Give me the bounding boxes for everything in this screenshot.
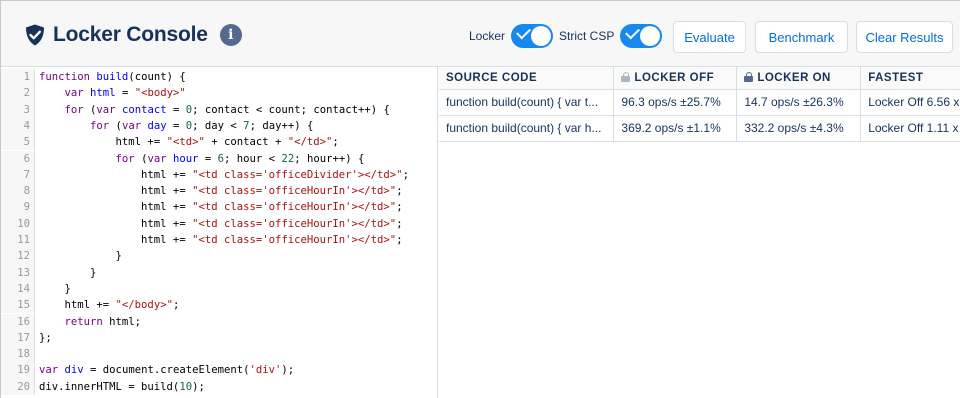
code-line[interactable]: 8 html += "<td class='officeHourIn'></td… xyxy=(1,183,437,200)
code-text: function build(count) { xyxy=(39,71,186,83)
code-text: html += "</body>"; xyxy=(39,299,180,312)
line-number: 19 xyxy=(1,362,35,379)
locker-toggle[interactable] xyxy=(511,24,554,48)
line-number: 16 xyxy=(1,313,35,330)
code-line[interactable]: 2 var html = "<body>" xyxy=(1,85,437,102)
code-text: div.innerHTML = build(10); xyxy=(39,380,205,393)
locker-toggle-label: Locker xyxy=(469,29,506,43)
code-text: html += "<td class='officeHourIn'></td>"… xyxy=(39,234,403,246)
line-number: 3 xyxy=(1,101,35,118)
toggle-knob xyxy=(640,26,661,46)
code-line[interactable]: 19 var div = document.createElement('div'… xyxy=(1,362,437,379)
cell-locker-on: 14.7 ops/s ±26.3% xyxy=(736,89,862,116)
line-number: 1 xyxy=(1,69,35,86)
code-text: html += "<td>" + contact + "</td>"; xyxy=(39,136,339,149)
benchmark-button[interactable]: Benchmark xyxy=(755,21,848,53)
line-number: 2 xyxy=(1,85,35,102)
check-icon xyxy=(516,24,531,40)
code-text: for (var hour = 6; hour < 22; hour++) { xyxy=(115,152,365,165)
line-number: 18 xyxy=(1,346,35,363)
lock-icon xyxy=(744,71,754,82)
code-line[interactable]: 4 for (var day = 0; day < 7; day++) { xyxy=(1,117,437,135)
line-number: 15 xyxy=(1,297,35,314)
code-line[interactable]: 16 return html; xyxy=(1,313,437,330)
unlocked-icon xyxy=(621,71,631,82)
code-line[interactable]: 20 div.innerHTML = build(10); xyxy=(1,378,437,395)
code-text: }; xyxy=(39,331,52,344)
results-table: SOURCE CODE LOCKER OFF LOCKER ON FASTEST… xyxy=(439,67,960,142)
line-number: 10 xyxy=(1,215,35,232)
cell-source-code: function build(count) { var h... xyxy=(439,115,615,142)
header: Locker Console i Locker Strict CSP Evalu… xyxy=(1,1,960,67)
code-line[interactable]: 1 function build(count) { xyxy=(1,69,437,86)
check-icon xyxy=(625,24,641,40)
code-line[interactable]: 13 } xyxy=(1,264,437,281)
title-group: Locker Console i xyxy=(23,18,242,52)
col-fastest[interactable]: FASTEST xyxy=(860,67,960,90)
line-number: 17 xyxy=(1,329,35,347)
evaluate-button[interactable]: Evaluate xyxy=(673,21,746,53)
code-line[interactable]: 7 html += "<td class='officeDivider'></t… xyxy=(1,166,437,184)
code-text: for (var contact = 0; contact < count; c… xyxy=(64,103,390,116)
results-panel: SOURCE CODE LOCKER OFF LOCKER ON FASTEST… xyxy=(439,67,960,398)
code-text: html += "<td class='officeDivider'></td>… xyxy=(39,168,409,181)
table-row[interactable]: function build(count) { var h... 369.2 o… xyxy=(439,115,960,142)
locker-toggle-group: Locker xyxy=(469,23,554,49)
code-line[interactable]: 6 for (var hour = 6; hour < 22; hour++) … xyxy=(1,150,437,167)
line-number: 6 xyxy=(1,150,35,167)
code-editor[interactable]: 1 function build(count) { 2 var html = "<b… xyxy=(1,67,438,398)
code-line[interactable]: 15 html += "</body>"; xyxy=(1,297,437,314)
line-number: 8 xyxy=(1,183,35,200)
results-header-row: SOURCE CODE LOCKER OFF LOCKER ON FASTEST xyxy=(439,67,960,90)
code-text: } xyxy=(39,266,97,279)
line-number: 20 xyxy=(1,378,35,395)
line-number: 14 xyxy=(1,280,35,298)
code-line[interactable]: 10 html += "<td class='officeHourIn'></t… xyxy=(1,215,437,232)
clear-results-button[interactable]: Clear Results xyxy=(856,21,953,53)
col-locker-off[interactable]: LOCKER OFF xyxy=(613,67,738,90)
code-text: html += "<td class='officeHourIn'></td>"… xyxy=(39,201,403,214)
line-number: 4 xyxy=(1,117,35,135)
cell-fastest: Locker Off 6.56 x xyxy=(860,89,960,116)
strict-csp-toggle[interactable] xyxy=(620,24,663,48)
col-source-code[interactable]: SOURCE CODE xyxy=(439,67,615,90)
col-locker-on[interactable]: LOCKER ON xyxy=(736,67,862,90)
code-line[interactable]: 5 html += "<td>" + contact + "</td>"; xyxy=(1,134,437,151)
code-text: var html = "<body>" xyxy=(64,87,186,100)
cell-source-code: function build(count) { var t... xyxy=(439,89,615,116)
toggle-knob xyxy=(531,26,552,46)
code-line[interactable]: 11 html += "<td class='officeHourIn'></t… xyxy=(1,232,437,249)
strict-csp-toggle-group: Strict CSP xyxy=(559,23,663,49)
cell-locker-off: 96.3 ops/s ±25.7% xyxy=(613,89,738,116)
code-text: return html; xyxy=(64,315,142,328)
line-number: 7 xyxy=(1,166,35,184)
code-line[interactable]: 9 html += "<td class='officeHourIn'></td… xyxy=(1,199,437,216)
code-line[interactable]: 14 } xyxy=(1,280,437,298)
code-text: var div = document.createElement('div'); xyxy=(39,364,295,377)
code-text: } xyxy=(39,250,122,263)
table-row[interactable]: function build(count) { var t... 96.3 op… xyxy=(439,89,960,116)
line-number: 13 xyxy=(1,264,35,281)
code-line[interactable]: 12 } xyxy=(1,248,437,265)
info-icon[interactable]: i xyxy=(219,24,242,46)
code-text: html += "<td class='officeHourIn'></td>"… xyxy=(39,217,403,230)
cell-fastest: Locker Off 1.11 x xyxy=(860,115,960,142)
code-text: } xyxy=(39,282,71,295)
line-number: 9 xyxy=(1,199,35,216)
code-line[interactable]: 17}; xyxy=(1,329,437,347)
line-number: 12 xyxy=(1,248,35,265)
cell-locker-off: 369.2 ops/s ±1.1% xyxy=(613,115,738,142)
cell-locker-on: 332.2 ops/s ±4.3% xyxy=(736,115,862,142)
code-text: for (var day = 0; day < 7; day++) { xyxy=(90,119,314,132)
shield-check-icon xyxy=(26,24,44,46)
page-title: Locker Console xyxy=(53,23,208,46)
line-number: 11 xyxy=(1,232,35,249)
code-line[interactable]: 18 xyxy=(1,346,437,363)
strict-csp-toggle-label: Strict CSP xyxy=(559,29,615,43)
code-text: html += "<td class='officeHourIn'></td>"… xyxy=(39,185,403,198)
code-line[interactable]: 3 for (var contact = 0; contact < count;… xyxy=(1,101,437,118)
line-number: 5 xyxy=(1,134,35,151)
